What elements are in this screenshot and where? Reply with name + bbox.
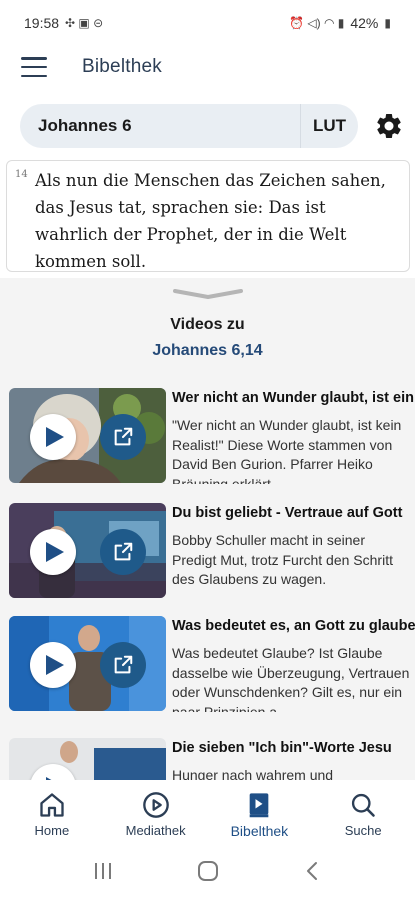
home-icon [40, 793, 64, 817]
passage-selector: Johannes 6 LUT [20, 104, 358, 148]
play-icon [45, 655, 64, 675]
collapse-handle-icon[interactable] [173, 288, 243, 300]
nav-label: Mediathek [125, 823, 186, 838]
status-bar: 19:58 ✣ ▣ ⊝ ⏰ ◁) ◠ ▮ 42% ▮ [0, 0, 415, 46]
open-external-button[interactable] [100, 529, 146, 575]
gear-icon[interactable] [374, 111, 404, 141]
nav-item-mediathek[interactable]: Mediathek [104, 780, 208, 842]
translation-button[interactable]: LUT [300, 104, 358, 148]
home-button-icon[interactable] [197, 860, 219, 882]
status-time: 19:58 [24, 15, 60, 31]
video-title[interactable]: Die sieben "Ich bin"-Worte Jesu [172, 740, 415, 756]
video-description: "Wer nicht an Wunder glaubt, ist kein Re… [172, 417, 402, 484]
notification-icons: ✣ ▣ ⊝ [65, 16, 104, 30]
app-title: Bibelthek [82, 56, 162, 77]
video-thumbnail[interactable] [9, 738, 166, 780]
battery-icon: ▮ [384, 16, 391, 30]
video-description: Was bedeutet Glaube? Ist Glaube dasselbe… [172, 645, 410, 712]
play-button[interactable] [30, 642, 76, 688]
back-icon[interactable] [302, 860, 324, 882]
nav-item-suche[interactable]: Suche [311, 780, 415, 842]
videos-heading: Videos zu [170, 316, 245, 333]
videos-sheet: Videos zu Johannes 6,14 Wer nicht an Wun… [0, 278, 415, 780]
video-item[interactable]: Wer nicht an Wunder glaubt, ist ein Real… [9, 388, 415, 484]
open-external-button[interactable] [100, 414, 146, 460]
nav-item-bibelthek[interactable]: Bibelthek [208, 780, 312, 842]
videos-reference: Johannes 6,14 [152, 342, 263, 359]
battery-level: 42% [350, 15, 379, 31]
bottom-navigation: Home Mediathek Bibelthek Suche [0, 780, 415, 842]
nav-label: Bibelthek [230, 823, 289, 839]
video-title[interactable]: Was bedeutet es, an Gott zu glauben? [172, 618, 415, 634]
verse-card: 14 Als nun die Menschen das Zeichen sahe… [6, 160, 410, 272]
app-bar: Bibelthek [0, 46, 415, 88]
play-icon [45, 427, 64, 447]
external-link-icon [114, 542, 133, 561]
verse-number: 14 [15, 169, 28, 180]
play-circle-icon [142, 792, 169, 818]
external-link-icon [114, 427, 133, 446]
system-status-icons: ⏰ ◁) ◠ ▮ [289, 16, 345, 30]
video-item[interactable]: Die sieben "Ich bin"-Worte Jesu Hunger n… [9, 738, 415, 780]
external-link-icon [114, 655, 133, 674]
nav-item-home[interactable]: Home [0, 780, 104, 842]
video-item[interactable]: Du bist geliebt - Vertraue auf Gott Bobb… [9, 503, 415, 599]
video-title[interactable]: Du bist geliebt - Vertraue auf Gott [172, 505, 415, 521]
video-title[interactable]: Wer nicht an Wunder glaubt, ist ein Real… [172, 390, 415, 406]
recent-apps-icon[interactable] [92, 861, 114, 881]
passage-button[interactable]: Johannes 6 [20, 116, 300, 136]
passage-selector-row: Johannes 6 LUT [20, 104, 405, 148]
open-external-button[interactable] [100, 642, 146, 688]
system-navigation [0, 842, 415, 900]
play-button[interactable] [30, 414, 76, 460]
play-button[interactable] [30, 529, 76, 575]
video-item[interactable]: Was bedeutet es, an Gott zu glauben? Was… [9, 616, 415, 712]
play-icon [45, 542, 64, 562]
bible-icon [250, 793, 269, 818]
verse-text: Als nun die Menschen das Zeichen sahen, … [35, 171, 386, 271]
menu-icon[interactable] [21, 57, 47, 77]
video-description: Hunger nach wahrem und [172, 767, 334, 780]
video-description: Bobby Schuller macht in seiner Predigt M… [172, 532, 393, 587]
nav-label: Suche [344, 823, 382, 838]
search-icon [352, 793, 375, 817]
nav-label: Home [34, 823, 70, 838]
